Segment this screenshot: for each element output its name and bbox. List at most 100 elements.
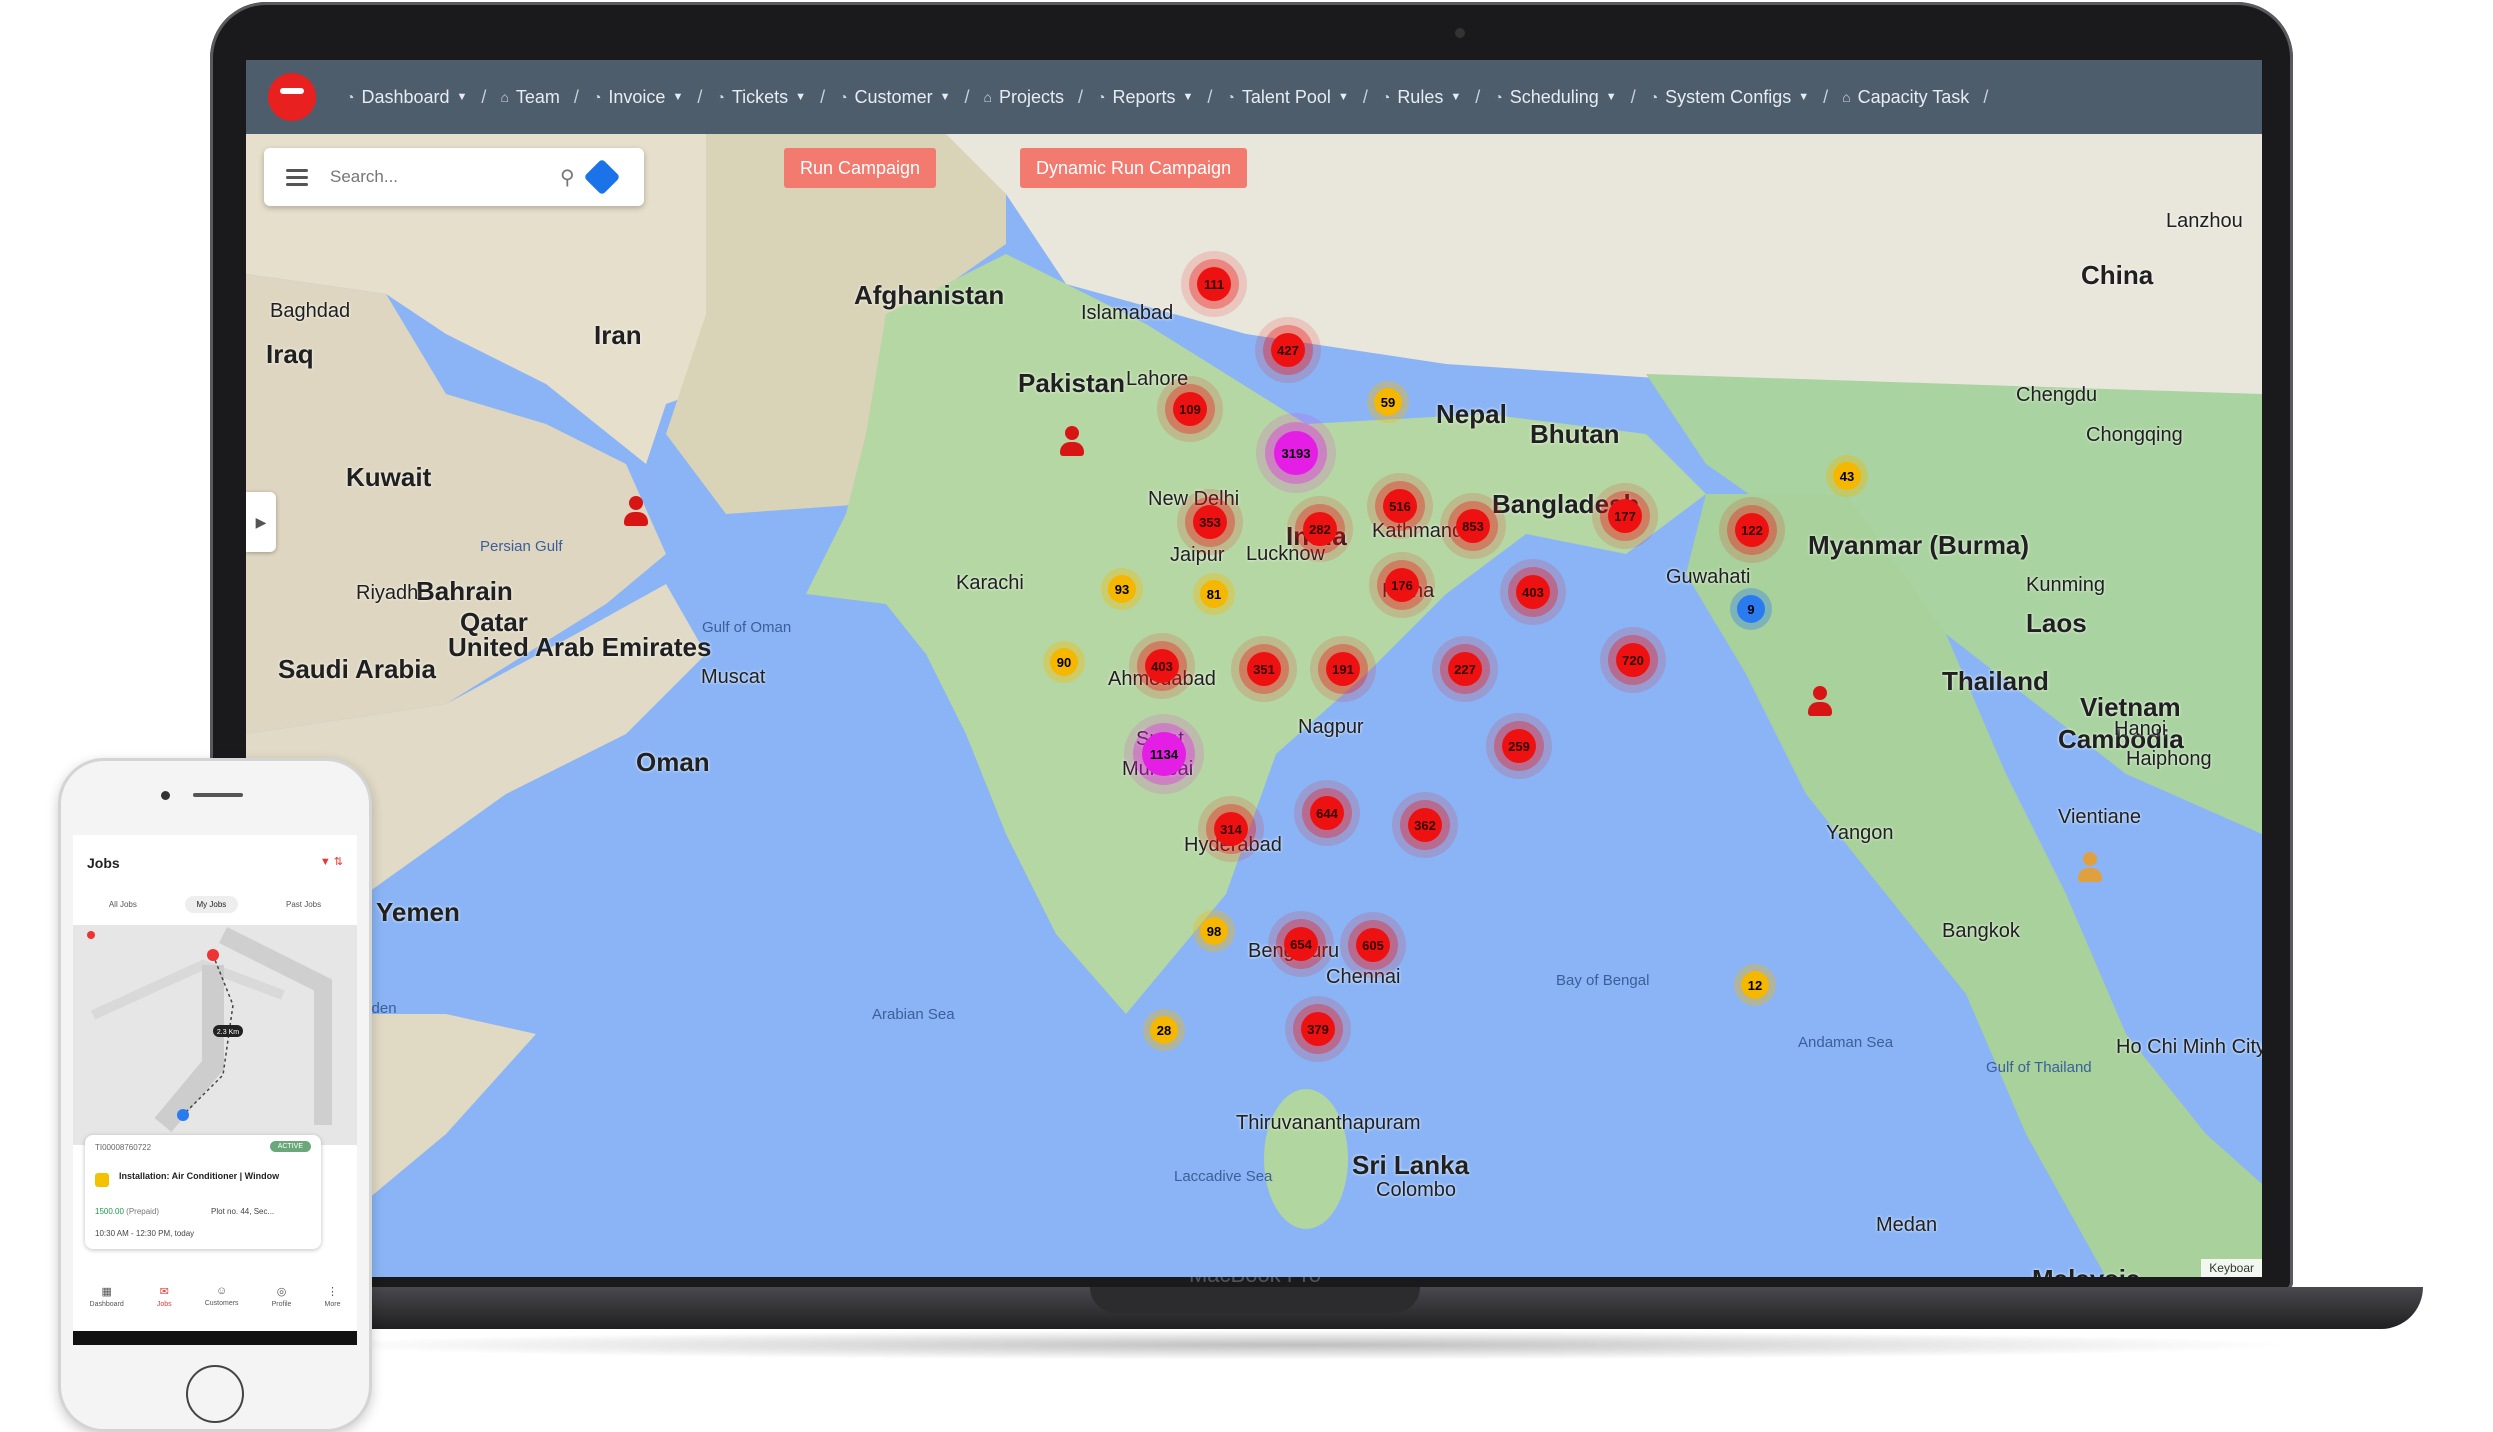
map-cluster-marker[interactable]: 109 — [1173, 392, 1207, 426]
cluster-map[interactable]: ⚲ Run Campaign Dynamic Run Campaign ▶ Af… — [246, 134, 2262, 1277]
map-cluster-marker[interactable]: 351 — [1247, 652, 1281, 686]
nav-item-customer[interactable]: ◔ Customer ▼ — [839, 87, 950, 108]
map-cluster-marker[interactable]: 191 — [1326, 652, 1360, 686]
map-land — [246, 134, 2262, 1277]
country-label: Oman — [636, 747, 710, 777]
side-panel-toggle[interactable]: ▶ — [246, 492, 276, 552]
nav-item-dashboard[interactable]: ◔ Dashboard ▼ — [346, 87, 467, 108]
city-label: New Delhi — [1148, 488, 1240, 510]
map-cluster-marker[interactable]: 111 — [1197, 267, 1231, 301]
hamburger-menu-icon[interactable] — [286, 168, 308, 186]
dynamic-run-campaign-button[interactable]: Dynamic Run Campaign — [1020, 148, 1248, 188]
map-cluster-marker[interactable]: 362 — [1408, 808, 1442, 842]
map-cluster-marker[interactable]: 403 — [1145, 649, 1179, 683]
city-label: Lucknow — [1246, 543, 1325, 565]
nav-item-reports[interactable]: ◔ Reports ▼ — [1097, 87, 1193, 108]
nav-item-scheduling[interactable]: ◔ Scheduling ▼ — [1494, 87, 1616, 108]
phone-tab-my-jobs[interactable]: My Jobs — [184, 895, 239, 913]
sea-label: Gulf of Thailand — [1986, 1059, 2092, 1076]
search-input[interactable] — [328, 166, 552, 188]
phone-frame: Jobs ▼ ⇅ All Jobs My Jobs Past Jobs 2.3 Km… — [58, 758, 372, 1432]
nav-item-label: Capacity Task — [1857, 86, 1970, 107]
filter-icon[interactable]: ▼ ⇅ — [320, 855, 343, 868]
map-cluster-marker[interactable]: 9 — [1737, 595, 1765, 623]
map-cluster-marker[interactable]: 227 — [1448, 652, 1482, 686]
run-campaign-button[interactable]: Run Campaign — [784, 148, 937, 188]
job-card[interactable]: TI00008760722 ACTIVE Installation: Air C… — [85, 1135, 321, 1249]
city-label: Colombo — [1376, 1179, 1457, 1201]
map-cluster-marker[interactable]: 12 — [1741, 971, 1769, 999]
phone-distance-label: 2.3 Km — [217, 1029, 239, 1036]
map-cluster-marker[interactable]: 90 — [1050, 648, 1078, 676]
map-cluster-marker[interactable]: 176 — [1385, 568, 1419, 602]
map-cluster-marker[interactable]: 654 — [1284, 927, 1318, 961]
map-cluster-marker[interactable]: 98 — [1200, 917, 1228, 945]
sea-label: Arabian Sea — [872, 1006, 955, 1023]
nav-item-label: Dashboard — [361, 86, 450, 107]
map-cluster-marker[interactable]: 81 — [1200, 580, 1228, 608]
city-label: Baghdad — [270, 300, 351, 322]
nav-item-invoice[interactable]: ◔ Invoice ▼ — [593, 87, 683, 108]
map-cluster-marker[interactable]: 59 — [1374, 388, 1402, 416]
brand-logo[interactable] — [268, 73, 316, 121]
technician-marker-icon[interactable] — [624, 496, 648, 526]
map-cluster-marker[interactable]: 353 — [1193, 505, 1227, 539]
map-cluster-marker[interactable]: 516 — [1383, 489, 1417, 523]
sea-label: Gulf of Oman — [702, 619, 792, 636]
nav-separator: / — [481, 86, 487, 107]
nav-item-label: Rules — [1397, 86, 1444, 107]
nav-item-talent-pool[interactable]: ◔ Talent Pool ▼ — [1226, 87, 1348, 108]
bottom-nav-dashboard[interactable]: ▦ Dashboard — [90, 1285, 124, 1325]
city-label: Lanzhou — [2166, 210, 2243, 232]
nav-item-rules[interactable]: ◔ Rules ▼ — [1382, 87, 1461, 108]
map-cluster-marker[interactable]: 282 — [1303, 512, 1337, 546]
city-label: Chennai — [1326, 966, 1401, 988]
bottom-nav-jobs[interactable]: ✉ Jobs — [157, 1285, 172, 1325]
bottom-nav-customers[interactable]: ☺ Customers — [205, 1285, 239, 1325]
map-cluster-marker[interactable]: 177 — [1608, 499, 1642, 533]
city-label: Thiruvananthapuram — [1236, 1112, 1421, 1134]
phone-bottom-bar — [73, 1331, 357, 1345]
home-button[interactable] — [186, 1365, 244, 1423]
map-cluster-marker[interactable]: 314 — [1214, 812, 1248, 846]
city-label: Jaipur — [1170, 544, 1225, 566]
nav-item-capacity-task[interactable]: ⌂ Capacity Task — [1842, 87, 1969, 108]
nav-separator: / — [1077, 86, 1083, 107]
map-cluster-marker[interactable]: 644 — [1310, 796, 1344, 830]
sea-label: Bay of Bengal — [1556, 972, 1650, 989]
job-price-value: 1500.00 — [95, 1207, 124, 1216]
map-cluster-marker[interactable]: 43 — [1833, 462, 1861, 490]
nav-item-system-configs[interactable]: ◔ System Configs ▼ — [1650, 87, 1809, 108]
sea-label: Laccadive Sea — [1174, 1168, 1273, 1185]
map-cluster-marker[interactable]: 605 — [1356, 928, 1390, 962]
map-cluster-marker[interactable]: 122 — [1735, 513, 1769, 547]
map-cluster-marker[interactable]: 28 — [1150, 1016, 1178, 1044]
directions-icon[interactable] — [583, 158, 621, 196]
nav-item-projects[interactable]: ⌂ Projects — [983, 87, 1064, 108]
country-label: Bahrain — [416, 576, 513, 606]
nav-item-team[interactable]: ⌂ Team — [500, 87, 559, 108]
phone-map[interactable]: 2.3 Km — [73, 925, 357, 1145]
bottom-nav-icon: ✉ — [159, 1286, 169, 1298]
map-cluster-marker[interactable]: 853 — [1456, 509, 1490, 543]
job-title: Installation: Air Conditioner | Window — [119, 1171, 280, 1181]
bottom-nav-icon: ⋮ — [326, 1286, 338, 1298]
camera-icon — [1455, 28, 1465, 38]
phone-tab-past-jobs[interactable]: Past Jobs — [286, 900, 321, 909]
map-cluster-marker[interactable]: 720 — [1616, 643, 1650, 677]
map-cluster-marker[interactable]: 379 — [1301, 1012, 1335, 1046]
map-cluster-marker[interactable]: 259 — [1502, 729, 1536, 763]
technician-marker-icon[interactable] — [1808, 686, 1832, 716]
bottom-nav-more[interactable]: ⋮ More — [325, 1285, 341, 1325]
technician-marker-icon[interactable] — [1060, 426, 1084, 456]
search-icon[interactable]: ⚲ — [560, 165, 575, 190]
bottom-nav-profile[interactable]: ◎ Profile — [272, 1285, 292, 1325]
technician-marker-icon[interactable] — [2078, 852, 2102, 882]
map-cluster-marker[interactable]: 427 — [1271, 333, 1305, 367]
map-cluster-marker[interactable]: 1134 — [1142, 732, 1186, 776]
map-cluster-marker[interactable]: 93 — [1108, 575, 1136, 603]
map-cluster-marker[interactable]: 403 — [1516, 575, 1550, 609]
nav-item-tickets[interactable]: ◔ Tickets ▼ — [716, 87, 806, 108]
phone-tab-all-jobs[interactable]: All Jobs — [109, 900, 137, 909]
map-cluster-marker[interactable]: 3193 — [1274, 431, 1318, 475]
